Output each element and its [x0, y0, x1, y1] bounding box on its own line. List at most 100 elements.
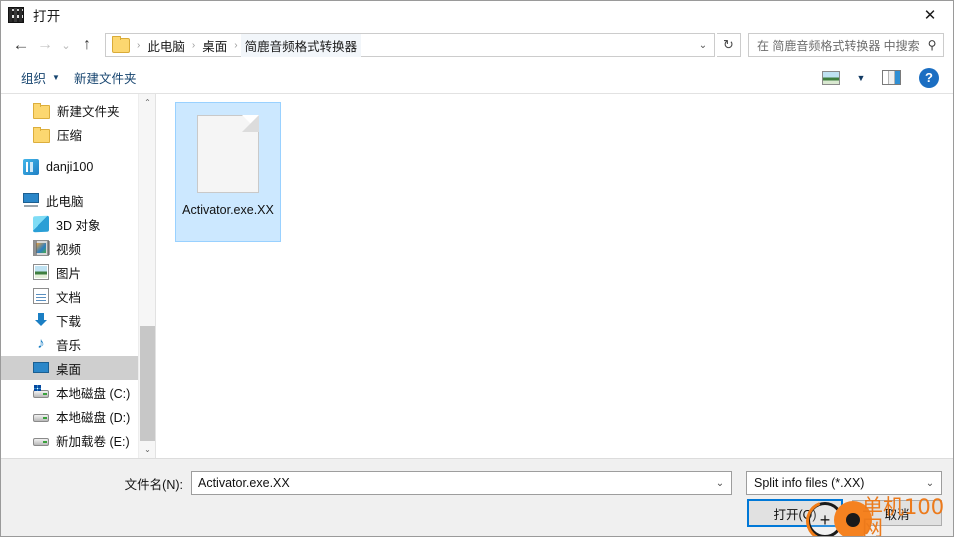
help-icon[interactable]: ? — [919, 67, 939, 88]
3d-objects-icon — [33, 215, 49, 233]
sidebar-item-label: 本地磁盘 (C:) — [56, 386, 131, 401]
sidebar-item-new-volume-e[interactable]: 新加载卷 (E:) — [1, 428, 155, 452]
music-icon: ♪ — [37, 335, 45, 352]
desktop-icon — [33, 360, 49, 376]
back-button[interactable]: ← — [9, 32, 33, 58]
preview-pane-button[interactable] — [877, 66, 905, 90]
file-item-activator[interactable]: Activator.exe.XX — [175, 102, 281, 242]
view-dropdown-button[interactable]: ▼ — [847, 66, 875, 90]
sidebar-item-danji100[interactable]: danji100 — [1, 155, 155, 179]
close-icon[interactable]: ✕ — [907, 1, 953, 28]
organize-label: 组织 — [21, 72, 47, 86]
pictures-icon — [33, 264, 49, 280]
scroll-down-icon[interactable]: ⌄ — [139, 441, 155, 458]
sidebar-item-label: 新建文件夹 — [57, 104, 120, 119]
new-folder-label: 新建文件夹 — [73, 72, 137, 86]
refresh-icon[interactable]: ↻ — [717, 33, 741, 57]
sidebar-item-label: 音乐 — [56, 338, 82, 353]
cloud-drive-icon — [23, 159, 39, 175]
command-toolbar: 组织 ▼ 新建文件夹 ▼ ? — [1, 62, 953, 94]
navigation-pane: 新建文件夹 压缩 danji100 此电脑 3D 对象 视频 图片 文档 下载 … — [1, 94, 156, 458]
sidebar-item-label: 本地磁盘 (D:) — [56, 410, 131, 425]
system-drive-icon — [33, 384, 49, 400]
organize-button[interactable]: 组织 ▼ — [14, 65, 67, 90]
filetype-value: Split info files (*.XX) — [754, 476, 865, 490]
filename-input[interactable]: Activator.exe.XX ⌄ — [191, 471, 732, 495]
toolbar-right-group: ▼ ? — [817, 66, 939, 90]
folder-icon — [112, 35, 130, 53]
preview-pane-icon — [881, 70, 901, 85]
filename-label: 文件名(N): — [124, 477, 183, 492]
file-item-label: Activator.exe.XX — [182, 203, 274, 217]
breadcrumb-desktop[interactable]: 桌面 — [198, 34, 231, 57]
documents-icon — [33, 288, 49, 304]
window-title: 打开 — [33, 8, 61, 24]
drive-icon — [33, 408, 49, 424]
breadcrumb-separator: › — [191, 39, 196, 51]
view-mode-icon — [822, 70, 840, 85]
sidebar-item-desktop[interactable]: 桌面 — [1, 356, 155, 380]
sidebar-item-3d-objects[interactable]: 3D 对象 — [1, 212, 155, 236]
sidebar-item-local-disk-d[interactable]: 本地磁盘 (D:) — [1, 404, 155, 428]
sidebar-item-label: 压缩 — [57, 128, 83, 143]
sidebar-item-label: 下载 — [56, 314, 82, 329]
chevron-down-icon[interactable]: ⌄ — [692, 34, 714, 56]
sidebar-item-label: 此电脑 — [46, 194, 84, 209]
drive-icon — [33, 432, 49, 448]
breadcrumb-this-pc[interactable]: 此电脑 — [143, 34, 189, 57]
sidebar-item-label: 文档 — [56, 290, 82, 305]
file-list-pane[interactable]: Activator.exe.XX — [156, 94, 953, 458]
search-input[interactable]: 在 简鹿音频格式转换器 中搜索 ⚲ — [748, 33, 944, 57]
navigation-list: 新建文件夹 压缩 danji100 此电脑 3D 对象 视频 图片 文档 下载 … — [1, 94, 155, 452]
scroll-up-icon[interactable]: ⌃ — [139, 94, 155, 111]
sidebar-item-documents[interactable]: 文档 — [1, 284, 155, 308]
cursor-click-dot — [834, 501, 872, 536]
videos-icon — [33, 240, 50, 256]
folder-icon — [33, 126, 50, 143]
chevron-down-icon[interactable]: ⌄ — [709, 478, 731, 489]
breadcrumb-separator: › — [234, 39, 238, 51]
sidebar-item-pictures[interactable]: 图片 — [1, 260, 155, 284]
sidebar-item-label: 图片 — [56, 266, 82, 281]
chevron-down-icon: ▼ — [856, 72, 866, 83]
sidebar-item-videos[interactable]: 视频 — [1, 236, 155, 260]
sidebar-scrollbar[interactable]: ⌃ ⌄ — [138, 94, 155, 458]
address-bar[interactable]: › 此电脑 › 桌面 › 简鹿音频格式转换器 ⌄ — [105, 33, 715, 57]
search-icon: ⚲ — [927, 38, 937, 52]
navigation-bar: ← → ⌄ ↑ › 此电脑 › 桌面 › 简鹿音频格式转换器 ⌄ ↻ 在 简鹿音… — [1, 28, 953, 62]
sidebar-item-label: 3D 对象 — [56, 218, 101, 233]
chevron-down-icon: ▼ — [52, 73, 60, 82]
forward-button[interactable]: → — [33, 32, 57, 58]
sidebar-item-new-folder[interactable]: 新建文件夹 — [1, 98, 155, 122]
sidebar-item-label: danji100 — [46, 160, 94, 174]
sidebar-item-compressed[interactable]: 压缩 — [1, 122, 155, 146]
this-pc-icon — [23, 192, 39, 208]
new-folder-button[interactable]: 新建文件夹 — [67, 65, 144, 90]
scrollbar-thumb[interactable] — [140, 326, 155, 451]
up-button[interactable]: ↑ — [75, 32, 99, 58]
folder-icon — [33, 102, 50, 119]
sidebar-item-downloads[interactable]: 下载 — [1, 308, 155, 332]
filename-value: Activator.exe.XX — [198, 476, 290, 490]
breadcrumb-current-folder[interactable]: 简鹿音频格式转换器 — [240, 33, 362, 57]
sidebar-item-local-disk-c[interactable]: 本地磁盘 (C:) — [1, 380, 155, 404]
chevron-down-icon: ⌄ — [925, 477, 935, 489]
open-file-dialog: 打开 ✕ ← → ⌄ ↑ › 此电脑 › 桌面 › 简鹿音频格式转换器 ⌄ ↻ … — [0, 0, 954, 537]
generic-file-icon — [197, 115, 259, 193]
titlebar: 打开 ✕ — [1, 1, 953, 28]
app-checkered-icon — [8, 6, 24, 23]
sidebar-item-label: 桌面 — [56, 362, 82, 377]
dialog-body: 新建文件夹 压缩 danji100 此电脑 3D 对象 视频 图片 文档 下载 … — [1, 94, 953, 458]
downloads-icon — [33, 312, 49, 328]
filetype-dropdown[interactable]: Split info files (*.XX) ⌄ — [746, 471, 942, 495]
sidebar-item-this-pc[interactable]: 此电脑 — [1, 188, 155, 212]
change-view-button[interactable] — [817, 66, 845, 90]
sidebar-item-label: 视频 — [56, 242, 82, 257]
breadcrumb-separator: › — [137, 39, 141, 51]
sidebar-item-music[interactable]: ♪ 音乐 — [1, 332, 155, 356]
search-placeholder: 在 简鹿音频格式转换器 中搜索 — [757, 38, 920, 53]
sidebar-item-label: 新加载卷 (E:) — [56, 434, 130, 449]
recent-locations-button[interactable]: ⌄ — [57, 32, 75, 58]
